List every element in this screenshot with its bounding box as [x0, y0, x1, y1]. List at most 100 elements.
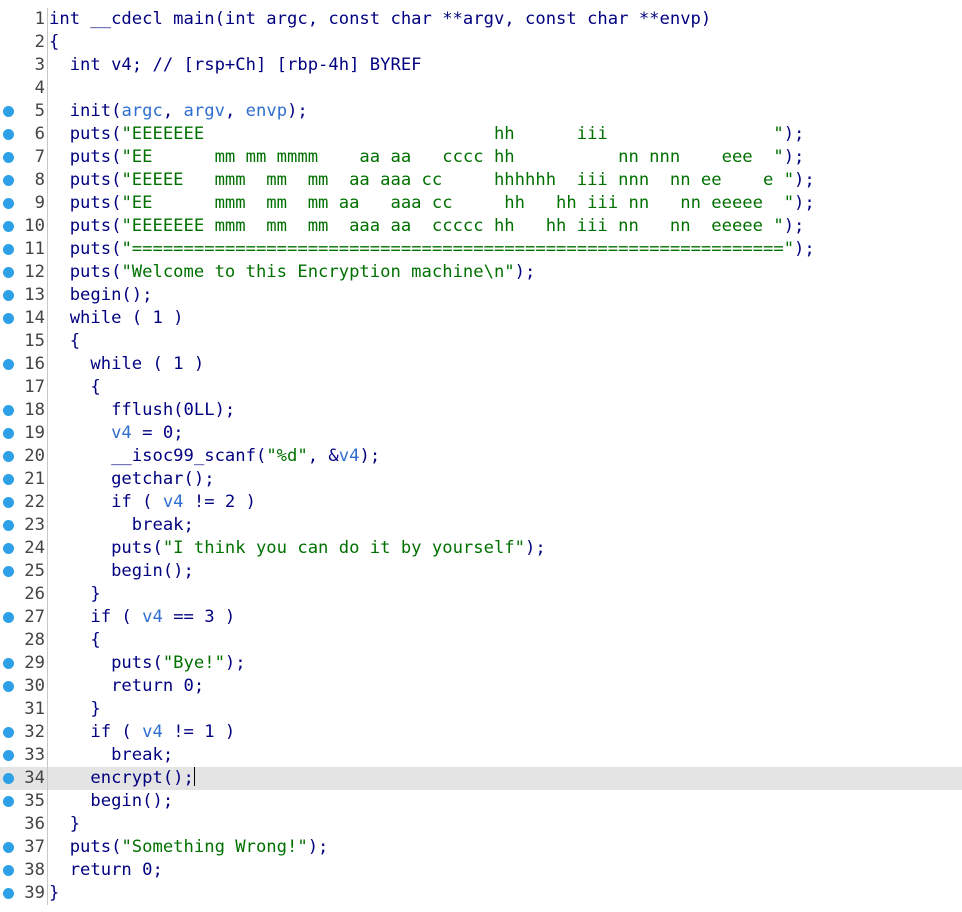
code-line[interactable]: 36 } [0, 813, 962, 836]
breakpoint-dot-icon[interactable] [3, 750, 14, 761]
breakpoint-dot-icon[interactable] [3, 175, 14, 186]
breakpoint-dot-icon[interactable] [3, 359, 14, 370]
code-text[interactable]: } [49, 583, 100, 606]
breakpoint-dot-icon[interactable] [3, 658, 14, 669]
code-line[interactable]: 3 int v4; // [rsp+Ch] [rbp-4h] BYREF [0, 54, 962, 77]
code-text[interactable]: return 0; [49, 675, 204, 698]
code-text[interactable]: puts("Welcome to this Encryption machine… [49, 261, 536, 284]
breakpoint-dot-icon[interactable] [3, 612, 14, 623]
code-line[interactable]: 12 puts("Welcome to this Encryption mach… [0, 261, 962, 284]
breakpoint-dot-icon[interactable] [3, 520, 14, 531]
breakpoint-dot-icon[interactable] [3, 888, 14, 899]
code-text[interactable]: puts("EE mmm mm mm aa aaa cc hh hh iii n… [49, 192, 815, 215]
breakpoint-dot-icon[interactable] [3, 244, 14, 255]
breakpoint-dot-icon[interactable] [3, 474, 14, 485]
code-line[interactable]: 10 puts("EEEEEEE mmm mm mm aaa aa ccccc … [0, 215, 962, 238]
code-text[interactable]: break; [49, 744, 173, 767]
code-line[interactable]: 16 while ( 1 ) [0, 353, 962, 376]
code-line[interactable]: 29 puts("Bye!"); [0, 652, 962, 675]
code-line[interactable]: 22 if ( v4 != 2 ) [0, 491, 962, 514]
code-line[interactable]: 9 puts("EE mmm mm mm aa aaa cc hh hh iii… [0, 192, 962, 215]
code-text[interactable]: begin(); [49, 560, 194, 583]
code-line[interactable]: 6 puts("EEEEEEE hh iii "); [0, 123, 962, 146]
code-text[interactable]: init(argc, argv, envp); [49, 100, 308, 123]
code-text[interactable]: fflush(0LL); [49, 399, 235, 422]
code-line[interactable]: 33 break; [0, 744, 962, 767]
code-text[interactable]: break; [49, 514, 194, 537]
code-line[interactable]: 26 } [0, 583, 962, 606]
code-text[interactable]: if ( v4 != 2 ) [49, 491, 256, 514]
code-line[interactable]: 18 fflush(0LL); [0, 399, 962, 422]
breakpoint-dot-icon[interactable] [3, 267, 14, 278]
code-text[interactable]: puts("Bye!"); [49, 652, 246, 675]
code-text[interactable]: puts("EE mm mm mmmm aa aa cccc hh nn nnn… [49, 146, 805, 169]
code-line[interactable]: 7 puts("EE mm mm mmmm aa aa cccc hh nn n… [0, 146, 962, 169]
code-line[interactable]: 25 begin(); [0, 560, 962, 583]
code-text[interactable]: puts("Something Wrong!"); [49, 836, 329, 859]
code-text[interactable]: getchar(); [49, 468, 215, 491]
code-text[interactable]: if ( v4 != 1 ) [49, 721, 235, 744]
code-line[interactable]: 21 getchar(); [0, 468, 962, 491]
breakpoint-dot-icon[interactable] [3, 451, 14, 462]
code-text[interactable]: v4 = 0; [49, 422, 183, 445]
code-line[interactable]: 24 puts("I think you can do it by yourse… [0, 537, 962, 560]
code-line[interactable]: 27 if ( v4 == 3 ) [0, 606, 962, 629]
code-text[interactable]: puts("EEEEEEE mmm mm mm aaa aa ccccc hh … [49, 215, 805, 238]
breakpoint-dot-icon[interactable] [3, 152, 14, 163]
breakpoint-dot-icon[interactable] [3, 796, 14, 807]
code-line[interactable]: 34 encrypt(); [0, 767, 962, 790]
code-line[interactable]: 28 { [0, 629, 962, 652]
code-text[interactable]: if ( v4 == 3 ) [49, 606, 235, 629]
code-text[interactable]: } [49, 698, 100, 721]
code-text[interactable]: { [49, 629, 100, 652]
code-text[interactable]: { [49, 330, 80, 353]
breakpoint-dot-icon[interactable] [3, 221, 14, 232]
code-text[interactable]: puts("==================================… [49, 238, 815, 261]
code-line[interactable]: 31 } [0, 698, 962, 721]
code-text[interactable]: int v4; // [rsp+Ch] [rbp-4h] BYREF [49, 54, 422, 77]
code-line[interactable]: 39} [0, 882, 962, 905]
code-text[interactable]: while ( 1 ) [49, 307, 184, 330]
code-text[interactable]: while ( 1 ) [49, 353, 204, 376]
code-line[interactable]: 14 while ( 1 ) [0, 307, 962, 330]
code-text[interactable]: { [49, 376, 100, 399]
breakpoint-dot-icon[interactable] [3, 773, 14, 784]
breakpoint-dot-icon[interactable] [3, 106, 14, 117]
code-line[interactable]: 13 begin(); [0, 284, 962, 307]
breakpoint-dot-icon[interactable] [3, 543, 14, 554]
code-text[interactable]: puts("EEEEEEE hh iii "); [49, 123, 805, 146]
breakpoint-dot-icon[interactable] [3, 129, 14, 140]
code-line[interactable]: 19 v4 = 0; [0, 422, 962, 445]
code-text[interactable]: } [49, 882, 59, 905]
breakpoint-dot-icon[interactable] [3, 865, 14, 876]
breakpoint-dot-icon[interactable] [3, 497, 14, 508]
code-line[interactable]: 15 { [0, 330, 962, 353]
code-line[interactable]: 4 [0, 77, 962, 100]
code-line[interactable]: 1 int __cdecl main(int argc, const char *… [0, 8, 962, 31]
code-line[interactable]: 11 puts("===============================… [0, 238, 962, 261]
code-text[interactable]: begin(); [49, 284, 153, 307]
breakpoint-dot-icon[interactable] [3, 727, 14, 738]
code-text[interactable]: __isoc99_scanf("%d", &v4); [49, 445, 380, 468]
breakpoint-dot-icon[interactable] [3, 405, 14, 416]
code-line[interactable]: 37 puts("Something Wrong!"); [0, 836, 962, 859]
code-line[interactable]: 5 init(argc, argv, envp); [0, 100, 962, 123]
code-line[interactable]: 20 __isoc99_scanf("%d", &v4); [0, 445, 962, 468]
code-text[interactable]: return 0; [49, 859, 163, 882]
breakpoint-dot-icon[interactable] [3, 290, 14, 301]
breakpoint-dot-icon[interactable] [3, 842, 14, 853]
code-text[interactable]: int __cdecl main(int argc, const char **… [49, 8, 711, 31]
code-line[interactable]: 30 return 0; [0, 675, 962, 698]
code-text[interactable]: { [49, 31, 59, 54]
code-line[interactable]: 2{ [0, 31, 962, 54]
pseudocode-view[interactable]: 1 int __cdecl main(int argc, const char *… [0, 8, 962, 905]
code-line[interactable]: 17 { [0, 376, 962, 399]
code-text[interactable]: } [49, 813, 80, 836]
code-line[interactable]: 35 begin(); [0, 790, 962, 813]
breakpoint-dot-icon[interactable] [3, 428, 14, 439]
code-text[interactable]: encrypt(); [49, 767, 195, 790]
breakpoint-dot-icon[interactable] [3, 313, 14, 324]
breakpoint-dot-icon[interactable] [3, 566, 14, 577]
code-line[interactable]: 32 if ( v4 != 1 ) [0, 721, 962, 744]
code-line[interactable]: 38 return 0; [0, 859, 962, 882]
